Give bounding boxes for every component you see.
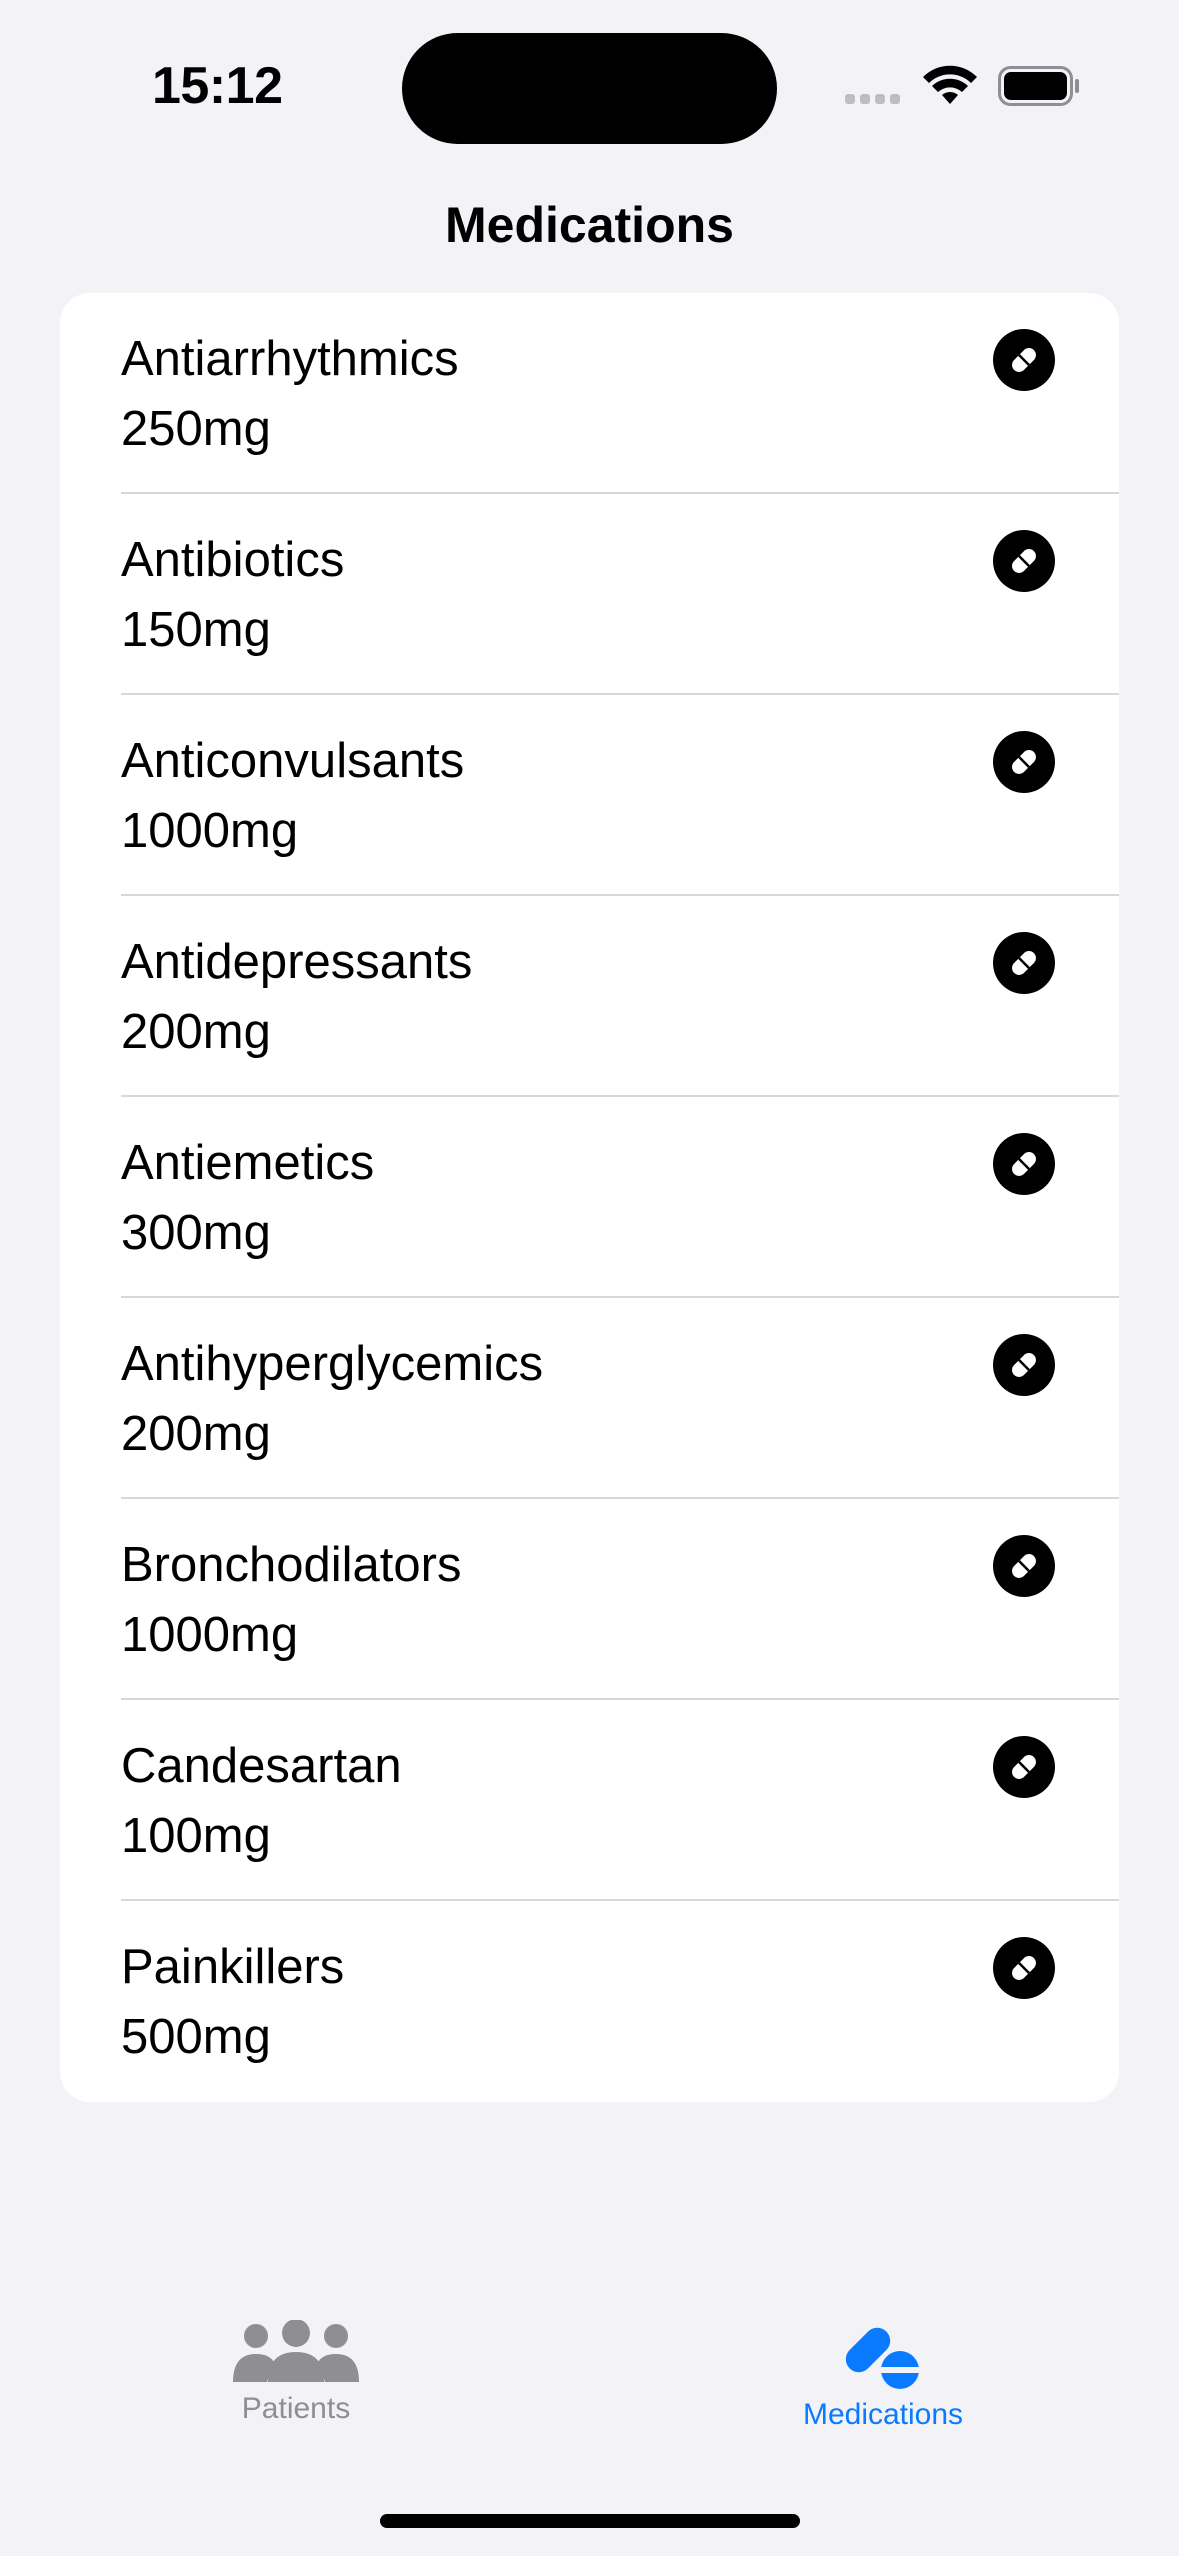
medication-dose: 200mg	[121, 1407, 271, 1461]
tab-medications-label: Medications	[802, 2398, 964, 2431]
wifi-icon	[923, 65, 977, 104]
pill-icon[interactable]	[993, 1535, 1055, 1597]
medication-dose: 100mg	[121, 1809, 271, 1863]
list-item[interactable]: Antidepressants 200mg	[60, 896, 1119, 1097]
list-item[interactable]: Antihyperglycemics 200mg	[60, 1298, 1119, 1499]
cellular-signal-icon	[845, 94, 900, 104]
screen: 15:12 Medications Antiarrhythmics 250mg An…	[0, 0, 1179, 2556]
battery-icon	[998, 66, 1079, 106]
medication-dose: 1000mg	[121, 1608, 299, 1662]
pill-icon[interactable]	[993, 1334, 1055, 1396]
list-item[interactable]: Antiarrhythmics 250mg	[60, 293, 1119, 494]
list-item[interactable]: Anticonvulsants 1000mg	[60, 695, 1119, 896]
medication-dose: 150mg	[121, 603, 271, 657]
dynamic-island	[402, 33, 777, 144]
medication-list: Antiarrhythmics 250mg Antibiotics 150mg Anti…	[60, 293, 1119, 2102]
home-indicator	[380, 2514, 800, 2528]
medication-dose: 200mg	[121, 1005, 271, 1059]
pill-icon[interactable]	[993, 731, 1055, 793]
medication-dose: 250mg	[121, 402, 271, 456]
medication-name: Anticonvulsants	[121, 734, 465, 788]
pill-icon[interactable]	[993, 932, 1055, 994]
pill-icon[interactable]	[993, 1133, 1055, 1195]
medication-name: Antihyperglycemics	[121, 1337, 544, 1391]
tab-patients-label: Patients	[241, 2392, 351, 2425]
medication-dose: 500mg	[121, 2010, 271, 2064]
pill-icon[interactable]	[993, 1937, 1055, 1999]
people-icon	[233, 2320, 359, 2382]
pill-icon[interactable]	[993, 530, 1055, 592]
status-time: 15:12	[152, 57, 283, 115]
medication-name: Antiemetics	[121, 1136, 375, 1190]
page-title: Medications	[445, 197, 734, 253]
medication-name: Antiarrhythmics	[121, 332, 459, 386]
list-item[interactable]: Antiemetics 300mg	[60, 1097, 1119, 1298]
list-item[interactable]: Bronchodilators 1000mg	[60, 1499, 1119, 1700]
medication-name: Painkillers	[121, 1940, 345, 1994]
medication-name: Bronchodilators	[121, 1538, 462, 1592]
medication-dose: 300mg	[121, 1206, 271, 1260]
medication-name: Antidepressants	[121, 935, 473, 989]
tab-patients[interactable]: Patients	[146, 2320, 446, 2426]
list-item[interactable]: Antibiotics 150mg	[60, 494, 1119, 695]
pills-icon	[845, 2327, 922, 2389]
medication-name: Candesartan	[121, 1739, 402, 1793]
list-item[interactable]: Painkillers 500mg	[60, 1901, 1119, 2102]
pill-icon[interactable]	[993, 1736, 1055, 1798]
pill-icon[interactable]	[993, 329, 1055, 391]
medication-name: Antibiotics	[121, 533, 345, 587]
tab-medications[interactable]: Medications	[733, 2320, 1033, 2432]
list-item[interactable]: Candesartan 100mg	[60, 1700, 1119, 1901]
medication-dose: 1000mg	[121, 804, 299, 858]
